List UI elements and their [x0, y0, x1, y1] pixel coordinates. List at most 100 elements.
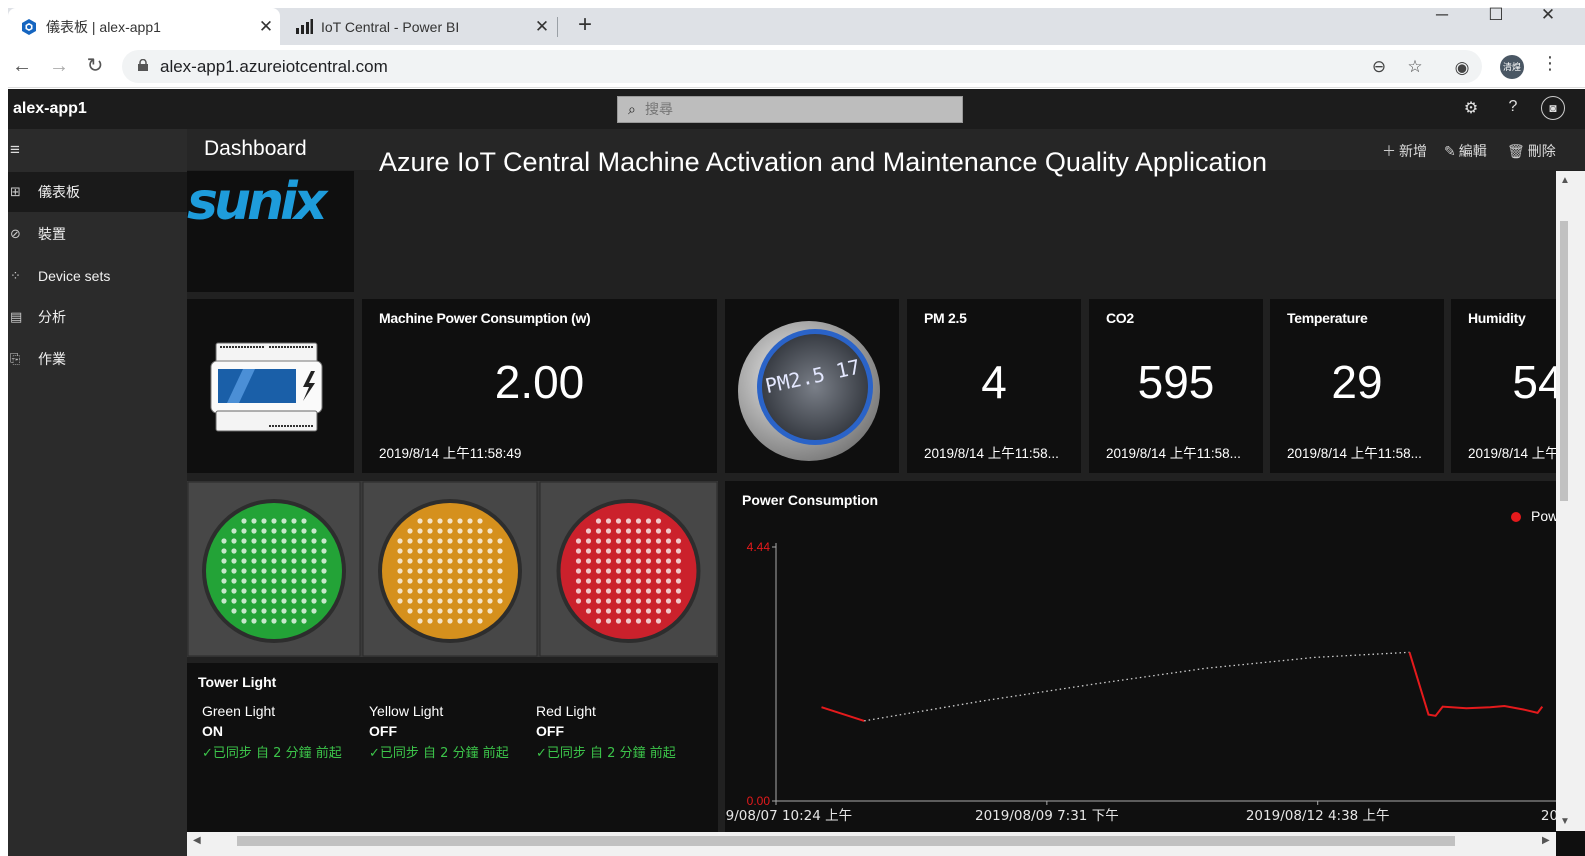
- x-tick-label: 2019/08/07 10:24 上午: [725, 808, 852, 824]
- check-icon: ✓: [536, 746, 547, 761]
- browser-menu-icon[interactable]: ⋮: [1541, 53, 1559, 74]
- minimize-icon[interactable]: ─: [1422, 6, 1462, 28]
- tab-divider: [557, 17, 558, 37]
- maximize-icon[interactable]: ☐: [1476, 6, 1516, 28]
- close-tab-icon[interactable]: ✕: [528, 17, 556, 37]
- y-tick-label: 0.00: [747, 794, 771, 808]
- kpi-tile-temperature[interactable]: Temperature 29 2019/8/14 上午11:58...: [1270, 299, 1444, 473]
- edit-label: 編輯: [1458, 143, 1487, 159]
- light-state: ON: [202, 723, 223, 739]
- app-header: alex-app1 ⌕ ⚙ ? ◙: [8, 89, 1585, 129]
- kpi-tile-co2[interactable]: CO2 595 2019/8/14 上午11:58...: [1089, 299, 1263, 473]
- new-button[interactable]: ＋新增: [1382, 141, 1427, 161]
- delete-button[interactable]: 🗑 刪除: [1507, 141, 1556, 161]
- sidebar-item-dashboard[interactable]: ⊞ 儀表板: [8, 172, 187, 212]
- scroll-up-icon[interactable]: ▲: [1560, 175, 1570, 186]
- horizontal-scrollbar[interactable]: ◀ ▶: [187, 832, 1556, 856]
- sidebar-item-devices[interactable]: ⊘ 裝置: [8, 214, 187, 254]
- series-line-segment: [821, 706, 865, 722]
- light-name: Green Light: [202, 703, 276, 719]
- settings-gear-icon[interactable]: ⚙: [1460, 98, 1482, 120]
- power-bi-icon: [296, 18, 313, 34]
- sunix-logo: sunix: [187, 172, 333, 232]
- banner-title: Azure IoT Central Machine Activation and…: [379, 147, 1268, 177]
- zoom-icon[interactable]: ⊖: [1368, 57, 1390, 79]
- url-text[interactable]: alex-app1.azureiotcentral.com: [160, 57, 388, 77]
- scrollbar-thumb[interactable]: [1560, 221, 1568, 501]
- edit-button[interactable]: ✎ 編輯: [1444, 141, 1487, 161]
- sidebar-item-jobs[interactable]: ⎘ 作業: [8, 339, 187, 379]
- sidebar-item-label: Device sets: [38, 268, 111, 284]
- close-tab-icon[interactable]: ✕: [252, 17, 280, 37]
- forward-icon[interactable]: →: [46, 53, 72, 79]
- tower-light-state-tile[interactable]: Tower Light Green Light ON ✓已同步 自 2 分鐘 前…: [187, 663, 718, 856]
- pencil-icon: ✎: [1444, 143, 1456, 159]
- trash-icon: 🗑: [1507, 143, 1525, 159]
- check-icon: ✓: [202, 746, 213, 761]
- scrollbar-thumb[interactable]: [237, 836, 1455, 846]
- sidebar-item-analytics[interactable]: ▤ 分析: [8, 297, 187, 337]
- browser-tab-dashboard[interactable]: 儀表板 | alex-app1 ✕: [8, 8, 280, 45]
- search-input[interactable]: [645, 100, 945, 120]
- browser-tab-strip: 儀表板 | alex-app1 ✕ IoT Central - Power BI…: [8, 6, 1585, 45]
- new-tab-icon[interactable]: +: [571, 12, 599, 40]
- power-consumption-chart-tile[interactable]: Power Consumption Pow 4.440.002019/08/07…: [725, 481, 1585, 856]
- air-quality-sensor-icon: PM2.5 17: [738, 321, 880, 461]
- logo-tile: sunix: [187, 171, 354, 292]
- svg-text:sunix: sunix: [187, 172, 329, 231]
- signal-light-yellow-light: [362, 481, 538, 657]
- reload-icon[interactable]: ↻: [82, 53, 108, 79]
- search-icon: ⌕: [628, 101, 636, 117]
- sync-status: ✓已同步 自 2 分鐘 前起: [369, 746, 509, 761]
- page-title: Dashboard: [204, 137, 307, 160]
- sync-status: ✓已同步 自 2 分鐘 前起: [536, 746, 676, 761]
- light-name: Yellow Light: [369, 703, 444, 719]
- light-state: OFF: [369, 723, 397, 739]
- kpi-timestamp: 2019/8/14 上午11:58...: [1287, 446, 1422, 461]
- kpi-label: Temperature: [1287, 310, 1368, 326]
- x-tick-label: 2019/08/09 7:31 下午: [975, 808, 1119, 824]
- sidebar-item-device-sets[interactable]: ⁘ Device sets: [8, 256, 187, 296]
- sidebar-item-label: 分析: [38, 309, 66, 325]
- kpi-label: Machine Power Consumption (w): [379, 310, 591, 326]
- vertical-scrollbar[interactable]: ▲ ▼: [1556, 171, 1585, 831]
- check-icon: ✓: [369, 746, 380, 761]
- power-consumption-chart: 4.44 0.002019/08/07 10:24 上午 2019/08/09 7:…: [725, 540, 1585, 824]
- browser-tab-powerbi[interactable]: IoT Central - Power BI ✕: [285, 8, 556, 45]
- bookmark-star-icon[interactable]: ☆: [1404, 57, 1426, 79]
- back-icon[interactable]: ←: [9, 53, 35, 79]
- help-icon[interactable]: ?: [1502, 98, 1524, 120]
- lock-icon: [138, 59, 148, 71]
- kpi-value: 595: [1137, 356, 1215, 408]
- tower-light-title: Tower Light: [198, 674, 277, 690]
- kpi-value: 29: [1331, 356, 1383, 408]
- address-bar[interactable]: alex-app1.azureiotcentral.com ⊖ ☆: [122, 50, 1482, 83]
- x-tick-label: 2019/08/12 4:38 上午: [1246, 808, 1390, 824]
- kpi-timestamp: 2019/8/14 上午11:58:49: [379, 446, 522, 461]
- scroll-down-icon[interactable]: ▼: [1560, 816, 1570, 827]
- app-name[interactable]: alex-app1: [13, 100, 87, 118]
- light-state: OFF: [536, 723, 564, 739]
- yellow-light-status: Yellow Light OFF ✓已同步 自 2 分鐘 前起: [369, 703, 529, 761]
- power-meter-image-tile: [187, 299, 354, 473]
- sidebar-item-label: 裝置: [38, 226, 66, 242]
- kpi-tile-pm25[interactable]: PM 2.5 4 2019/8/14 上午11:58...: [907, 299, 1081, 473]
- scroll-right-icon[interactable]: ▶: [1542, 835, 1550, 846]
- delete-label: 刪除: [1527, 143, 1556, 159]
- kpi-tile-power[interactable]: Machine Power Consumption (w) 2.00 2019/…: [362, 299, 717, 473]
- sync-status: ✓已同步 自 2 分鐘 前起: [202, 746, 342, 761]
- jobs-icon: ⎘: [10, 351, 21, 366]
- sidebar-item-label: 作業: [38, 351, 66, 367]
- profile-avatar[interactable]: 清煌: [1500, 55, 1524, 79]
- scroll-left-icon[interactable]: ◀: [193, 835, 201, 846]
- extension-icon[interactable]: ◉: [1451, 58, 1473, 80]
- tab-title: 儀表板 | alex-app1: [46, 18, 161, 35]
- light-name: Red Light: [536, 703, 596, 719]
- close-window-icon[interactable]: ✕: [1528, 6, 1568, 28]
- account-icon[interactable]: ◙: [1541, 96, 1565, 120]
- sidebar: ≡ ⊞ 儀表板 ⊘ 裝置 ⁘ Device sets ▤ 分析 ⎘ 作業: [8, 129, 187, 856]
- hamburger-menu-icon[interactable]: ≡: [10, 140, 20, 160]
- search-box[interactable]: ⌕: [617, 96, 963, 123]
- sidebar-item-label: 儀表板: [38, 184, 80, 200]
- power-meter-icon: [210, 342, 323, 432]
